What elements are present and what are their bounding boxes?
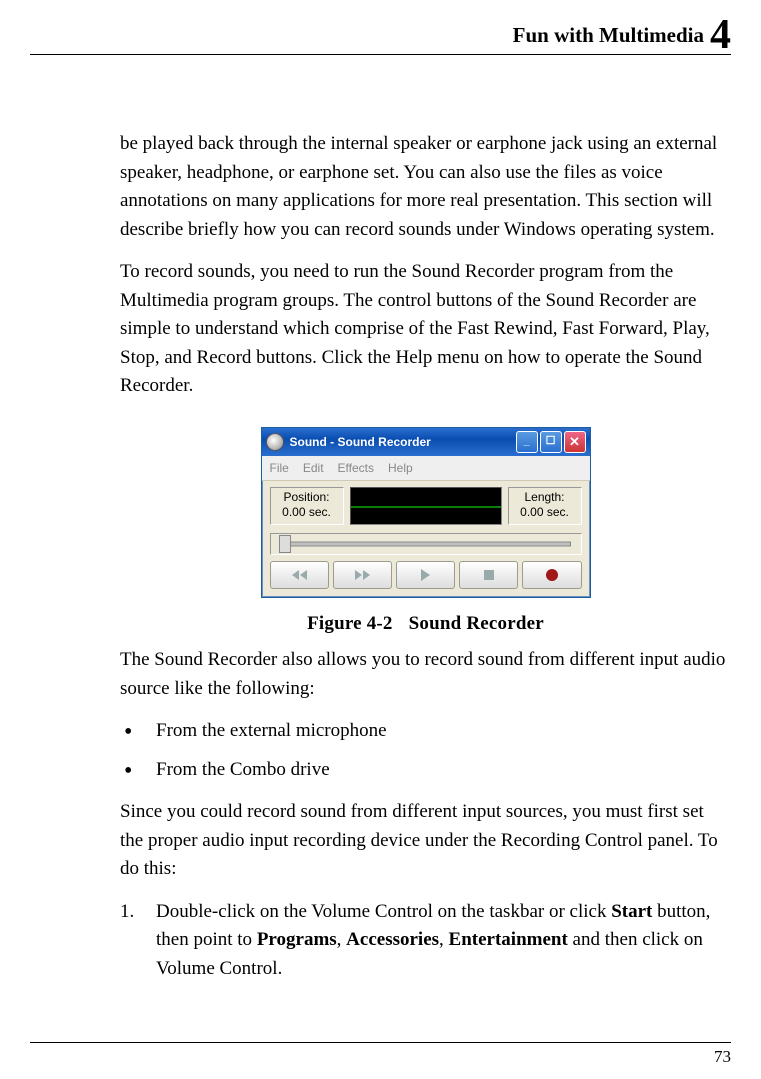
figure: Sound - Sound Recorder _ ☐ ✕ File Edit E… bbox=[120, 427, 731, 639]
fast-rewind-button[interactable] bbox=[270, 561, 329, 589]
chapter-number: 4 bbox=[710, 14, 731, 56]
stop-icon bbox=[484, 570, 494, 580]
step-item: Double-click on the Volume Control on th… bbox=[120, 898, 731, 984]
body-paragraph: The Sound Recorder also allows you to re… bbox=[120, 646, 731, 703]
forward-icon bbox=[355, 570, 370, 580]
list-item: From the Combo drive bbox=[120, 756, 731, 785]
slider-groove bbox=[281, 541, 571, 546]
waveform-display bbox=[350, 487, 502, 525]
length-box: Length: 0.00 sec. bbox=[508, 487, 582, 525]
titlebar: Sound - Sound Recorder _ ☐ ✕ bbox=[262, 428, 590, 456]
record-icon bbox=[546, 569, 558, 581]
record-button[interactable] bbox=[522, 561, 581, 589]
window-buttons: _ ☐ ✕ bbox=[516, 431, 586, 453]
body-paragraph: Since you could record sound from differ… bbox=[120, 798, 731, 884]
numbered-steps: Double-click on the Volume Control on th… bbox=[120, 898, 731, 984]
menu-edit[interactable]: Edit bbox=[303, 459, 324, 477]
body-paragraph: be played back through the internal spea… bbox=[120, 130, 731, 244]
seek-slider[interactable] bbox=[270, 533, 582, 555]
minimize-button[interactable]: _ bbox=[516, 431, 538, 453]
play-icon bbox=[421, 569, 430, 581]
figure-number: Figure 4-2 bbox=[307, 613, 393, 634]
bullet-list: From the external microphone From the Co… bbox=[120, 717, 731, 784]
close-button[interactable]: ✕ bbox=[564, 431, 586, 453]
menu-effects[interactable]: Effects bbox=[338, 459, 374, 477]
bold-start: Start bbox=[611, 901, 652, 922]
page-number: 73 bbox=[30, 1043, 731, 1067]
page: Fun with Multimedia 4 be played back thr… bbox=[0, 0, 761, 1079]
seek-slider-row bbox=[262, 531, 590, 561]
content: be played back through the internal spea… bbox=[30, 55, 731, 983]
bold-entertainment: Entertainment bbox=[449, 929, 568, 950]
step-text: , bbox=[439, 929, 449, 950]
page-footer: 73 bbox=[30, 1042, 731, 1067]
length-value: 0.00 sec. bbox=[509, 505, 581, 520]
header-title: Fun with Multimedia bbox=[513, 23, 704, 48]
menu-file[interactable]: File bbox=[270, 459, 289, 477]
slider-thumb[interactable] bbox=[279, 535, 291, 553]
figure-title: Sound Recorder bbox=[409, 613, 544, 634]
position-label: Position: bbox=[271, 490, 343, 505]
position-value: 0.00 sec. bbox=[271, 505, 343, 520]
length-label: Length: bbox=[509, 490, 581, 505]
status-panel: Position: 0.00 sec. Length: 0.00 sec. bbox=[262, 481, 590, 531]
sound-recorder-window: Sound - Sound Recorder _ ☐ ✕ File Edit E… bbox=[261, 427, 591, 598]
position-box: Position: 0.00 sec. bbox=[270, 487, 344, 525]
rewind-icon bbox=[292, 570, 307, 580]
play-button[interactable] bbox=[396, 561, 455, 589]
menubar: File Edit Effects Help bbox=[262, 456, 590, 481]
page-header: Fun with Multimedia 4 bbox=[30, 0, 731, 55]
fast-forward-button[interactable] bbox=[333, 561, 392, 589]
controls bbox=[262, 561, 590, 597]
maximize-button[interactable]: ☐ bbox=[540, 431, 562, 453]
step-text: Double-click on the Volume Control on th… bbox=[156, 901, 611, 922]
window-title: Sound - Sound Recorder bbox=[290, 433, 516, 451]
step-text: , bbox=[337, 929, 347, 950]
bold-programs: Programs bbox=[257, 929, 337, 950]
app-icon bbox=[266, 433, 284, 451]
figure-caption: Figure 4-2 Sound Recorder bbox=[307, 610, 544, 639]
menu-help[interactable]: Help bbox=[388, 459, 413, 477]
body-paragraph: To record sounds, you need to run the So… bbox=[120, 258, 731, 401]
bold-accessories: Accessories bbox=[346, 929, 439, 950]
list-item: From the external microphone bbox=[120, 717, 731, 746]
stop-button[interactable] bbox=[459, 561, 518, 589]
